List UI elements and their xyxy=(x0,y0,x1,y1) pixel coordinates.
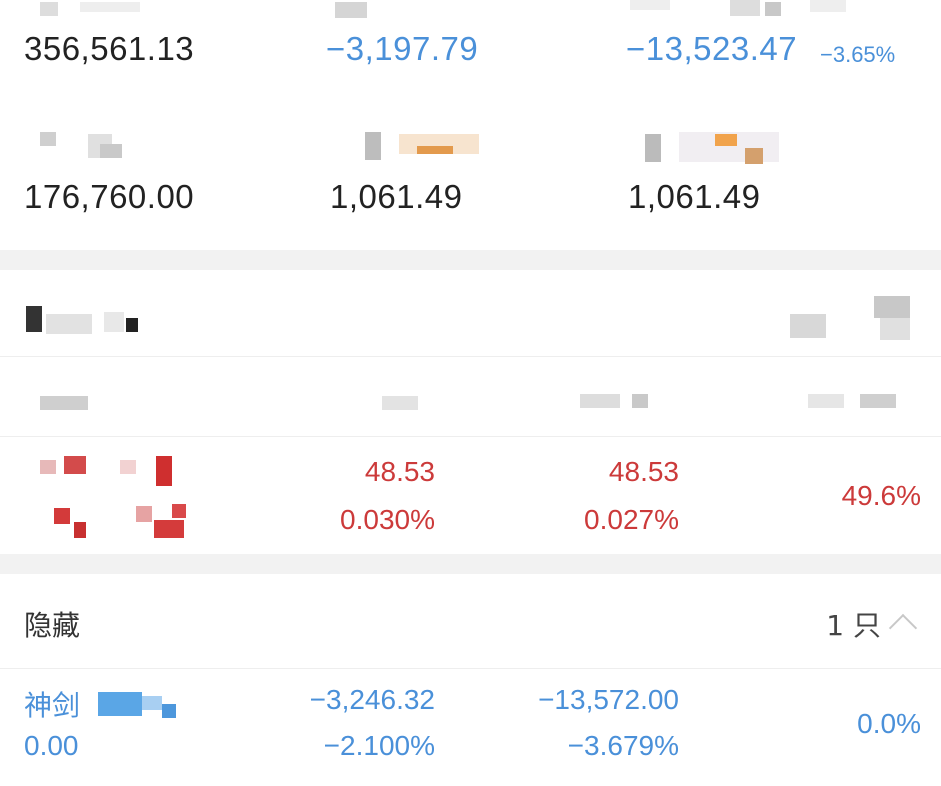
blurred-label xyxy=(335,2,375,18)
hidden-col3-bottom: −3.679% xyxy=(567,730,679,761)
holdings-card: 48.53 0.030% 48.53 0.027% 49.6% xyxy=(0,270,941,554)
holding-col3-bottom: 0.027% xyxy=(584,504,679,535)
hidden-col4: 0.0% xyxy=(857,708,921,739)
total-asset-value: 356,561.13 xyxy=(24,30,195,67)
holding-col2-top: 48.53 xyxy=(364,456,435,487)
daily-profit-value: −3,197.79 xyxy=(326,30,479,67)
blurred-column-header xyxy=(580,394,660,410)
hidden-stock-name-text: 神剑 xyxy=(24,689,81,722)
total-profit-value: −13,523.47 xyxy=(626,30,798,67)
account-summary-card: 356,561.13 −3,197.79 −13,523.47 −3.65% 1… xyxy=(0,0,941,250)
hidden-col3-top: −13,572.00 xyxy=(538,684,679,715)
hidden-section-title: 隐藏 xyxy=(24,609,81,642)
hidden-holdings-card: 隐藏 1 只 神剑 0.00 −3,246.32 −2.100% −13,572… xyxy=(0,574,941,786)
blurred-column-header xyxy=(382,396,422,410)
hidden-col2-bottom: −2.100% xyxy=(323,730,435,761)
blurred-label xyxy=(40,130,130,160)
blurred-label xyxy=(365,128,485,162)
blurred-section-title xyxy=(26,300,146,340)
blurred-header-action[interactable] xyxy=(790,296,920,342)
holding-col4: 49.6% xyxy=(841,480,921,511)
holding-col3-top: 48.53 xyxy=(608,456,679,487)
divider xyxy=(0,356,941,357)
withdrawable-funds: 1,061.49 xyxy=(628,178,761,215)
hidden-col2-top: −3,246.32 xyxy=(309,684,435,715)
holding-col2-bottom: 0.030% xyxy=(340,504,435,535)
available-funds: 1,061.49 xyxy=(330,178,463,215)
hidden-stock-value: 0.00 xyxy=(24,730,79,761)
hidden-stock-name: 神剑 xyxy=(24,684,176,724)
blurred-stock-name-suffix xyxy=(98,692,198,722)
blurred-column-header xyxy=(40,396,90,410)
blurred-label xyxy=(630,0,850,20)
total-profit-percent: −3.65% xyxy=(820,42,896,67)
blurred-stock-name[interactable] xyxy=(40,456,190,546)
blurred-label xyxy=(40,2,140,18)
divider xyxy=(0,436,941,437)
blurred-label xyxy=(645,128,785,168)
hidden-section-toggle[interactable]: 1 只 xyxy=(801,600,921,643)
hidden-stock-row[interactable]: 神剑 0.00 −3,246.32 −2.100% −13,572.00 −3.… xyxy=(0,670,941,786)
blurred-column-header xyxy=(808,394,898,410)
chevron-up-icon xyxy=(888,613,918,643)
divider xyxy=(0,668,941,669)
market-value: 176,760.00 xyxy=(24,178,195,215)
hidden-count: 1 只 xyxy=(826,609,881,642)
